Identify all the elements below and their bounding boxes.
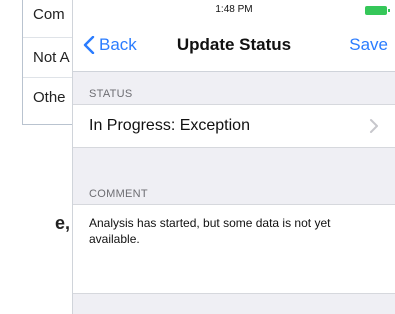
comment-field[interactable]: Analysis has started, but some data is n… — [73, 204, 395, 294]
status-cell[interactable]: In Progress: Exception — [73, 104, 395, 148]
background-text-fragment: e, — [54, 213, 70, 233]
row-label: Othe — [33, 89, 66, 106]
save-button[interactable]: Save — [349, 35, 388, 55]
row-label: Not A — [33, 49, 70, 66]
comment-section-header: COMMENT — [89, 188, 148, 200]
status-value: In Progress: Exception — [89, 117, 250, 134]
status-time: 1:48 PM — [215, 4, 253, 15]
navigation-bar: Back Update Status Save — [73, 22, 395, 72]
comment-text: Analysis has started, but some data is n… — [89, 216, 331, 246]
chevron-right-icon — [370, 119, 378, 133]
status-section-header: STATUS — [89, 88, 133, 100]
battery-icon — [365, 6, 390, 15]
phone-screen: 1:48 PM Back Update Status Save STATUS I… — [72, 0, 395, 314]
row-label: Com — [33, 6, 65, 23]
page-title: Update Status — [176, 35, 292, 54]
status-bar: 1:48 PM — [73, 0, 395, 22]
